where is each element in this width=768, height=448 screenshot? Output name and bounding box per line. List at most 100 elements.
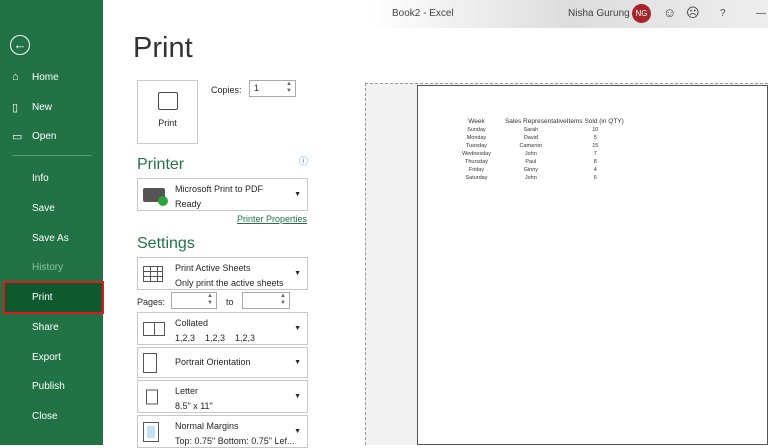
portrait-page-icon <box>143 352 157 373</box>
table-cell: John <box>524 151 537 157</box>
sidebar-item-save[interactable]: Save <box>0 193 103 223</box>
chevron-down-icon: ▼ <box>294 358 301 366</box>
title-bar: Book2 - Excel Nisha Gurung NG ☺ ☹ ? — <box>103 0 768 28</box>
pages-label: Pages: <box>137 297 166 307</box>
table-cell: Sarah <box>523 127 539 133</box>
avatar[interactable]: NG <box>632 4 651 23</box>
orientation-select[interactable]: Portrait Orientation ▼ <box>137 347 308 378</box>
help-icon[interactable]: ? <box>720 8 726 19</box>
spinner-icon[interactable]: ▲ ▼ <box>280 293 286 307</box>
collate-select[interactable]: Collated 1,2,3 1,2,3 1,2,3 ▼ <box>137 312 308 345</box>
spinner-icon[interactable]: ▲ ▼ <box>286 81 292 95</box>
option-subtitle: 8.5" x 11" <box>175 401 213 411</box>
nav-label: Home <box>32 71 59 83</box>
option-title: Normal Margins <box>175 421 239 431</box>
printer-name: Microsoft Print to PDF <box>175 184 264 194</box>
table-cell: Friday <box>468 167 485 173</box>
preview-page: Week Sales Representative Items Sold (in… <box>417 85 768 445</box>
sheet-table: Week Sales Representative Items Sold (in… <box>458 118 624 182</box>
column-header: Sales Representative <box>504 118 567 125</box>
paper-icon <box>146 389 158 404</box>
table-row: Thursday Paul 8 <box>458 158 624 166</box>
table-cell: John <box>524 175 537 181</box>
table-cell: 4 <box>593 167 597 173</box>
margins-select[interactable]: Normal Margins Top: 0.75" Bottom: 0.75" … <box>137 415 308 448</box>
table-cell: Cameron <box>519 143 543 149</box>
smile-icon[interactable]: ☺ <box>663 5 676 20</box>
print-button-label: Print <box>158 118 177 128</box>
printer-properties-link[interactable]: Printer Properties <box>237 214 307 224</box>
copies-label: Copies: <box>211 85 242 95</box>
sidebar-item-history: History <box>32 261 64 273</box>
table-cell: 8 <box>593 159 597 165</box>
page-title: Print <box>133 32 193 64</box>
sidebar-item-share[interactable]: Share <box>0 312 103 342</box>
to-label: to <box>226 297 234 307</box>
option-title: Portrait Orientation <box>175 357 251 367</box>
sheet-grid-icon <box>143 265 163 282</box>
table-cell: 6 <box>593 175 597 181</box>
divider <box>12 155 92 156</box>
chevron-down-icon: ▼ <box>294 269 301 277</box>
sidebar-item-publish[interactable]: Publish <box>0 371 103 401</box>
sidebar-item-new[interactable]: ▯ New <box>0 92 103 122</box>
folder-icon: ▭ <box>12 130 23 143</box>
frown-icon[interactable]: ☹ <box>686 5 700 21</box>
table-row: Sunday Sarah 10 <box>458 126 624 134</box>
printer-select[interactable]: Microsoft Print to PDF Ready ▼ <box>137 178 308 211</box>
nav-label: New <box>32 101 53 113</box>
minimize-button[interactable]: — <box>756 8 766 19</box>
table-cell: 5 <box>593 135 597 141</box>
column-header: Items Sold (in QTY) <box>566 118 624 125</box>
paper-size-select[interactable]: Letter 8.5" x 11" ▼ <box>137 380 308 413</box>
column-header: Week <box>468 118 485 125</box>
sidebar-item-info[interactable]: Info <box>0 163 103 193</box>
print-button[interactable]: Print <box>137 80 198 144</box>
table-cell: Ginny <box>523 167 539 173</box>
copies-input[interactable]: 1 ▲ ▼ <box>249 80 296 97</box>
user-name[interactable]: Nisha Gurung <box>568 8 630 19</box>
table-cell: Monday <box>466 135 487 141</box>
table-row: Tuesday Cameron 15 <box>458 142 624 150</box>
option-title: Collated <box>175 318 209 328</box>
chevron-down-icon: ▼ <box>294 324 301 332</box>
margins-icon <box>143 421 159 442</box>
option-title: Letter <box>175 386 199 396</box>
nav-label: Open <box>32 130 57 142</box>
table-cell: 15 <box>592 143 599 149</box>
settings-heading: Settings <box>137 235 195 252</box>
option-title: Print Active Sheets <box>175 263 251 273</box>
table-cell: Saturday <box>465 175 488 181</box>
sidebar-item-open[interactable]: ▭ Open <box>0 121 103 151</box>
table-row: Wednesday John 7 <box>458 150 624 158</box>
table-row: Friday Ginny 4 <box>458 166 624 174</box>
print-what-select[interactable]: Print Active Sheets Only print the activ… <box>137 257 308 290</box>
printer-icon <box>157 92 178 110</box>
table-cell: David <box>523 135 538 141</box>
table-cell: Sunday <box>467 127 486 133</box>
print-preview[interactable]: Week Sales Representative Items Sold (in… <box>365 83 768 445</box>
table-cell: Thursday <box>465 159 488 165</box>
sidebar-item-home[interactable]: ⌂ Home <box>0 62 103 92</box>
pages-from-input[interactable]: ▲ ▼ <box>171 292 217 309</box>
chevron-down-icon: ▼ <box>294 427 301 435</box>
table-row: Saturday John 6 <box>458 174 624 182</box>
sidebar-item-export[interactable]: Export <box>0 342 103 372</box>
home-icon: ⌂ <box>12 71 19 83</box>
pages-to-input[interactable]: ▲ ▼ <box>242 292 290 309</box>
table-header-row: Week Sales Representative Items Sold (in… <box>458 118 624 126</box>
printer-ready-icon <box>143 187 168 206</box>
chevron-down-icon: ▼ <box>294 190 301 198</box>
chevron-down-icon: ▼ <box>294 392 301 400</box>
sidebar-item-close[interactable]: Close <box>0 401 103 431</box>
sidebar-item-save-as[interactable]: Save As <box>0 223 103 253</box>
window-title: Book2 - Excel <box>392 8 454 19</box>
new-file-icon: ▯ <box>12 101 19 114</box>
printer-heading: Printer <box>137 156 185 173</box>
info-icon[interactable]: ⓘ <box>299 154 308 167</box>
printer-status: Ready <box>175 199 202 209</box>
sidebar-item-print[interactable]: Print <box>3 281 104 314</box>
back-arrow-icon[interactable]: ← <box>10 35 30 55</box>
spinner-icon[interactable]: ▲ ▼ <box>207 293 213 307</box>
table-cell: 10 <box>592 127 599 133</box>
